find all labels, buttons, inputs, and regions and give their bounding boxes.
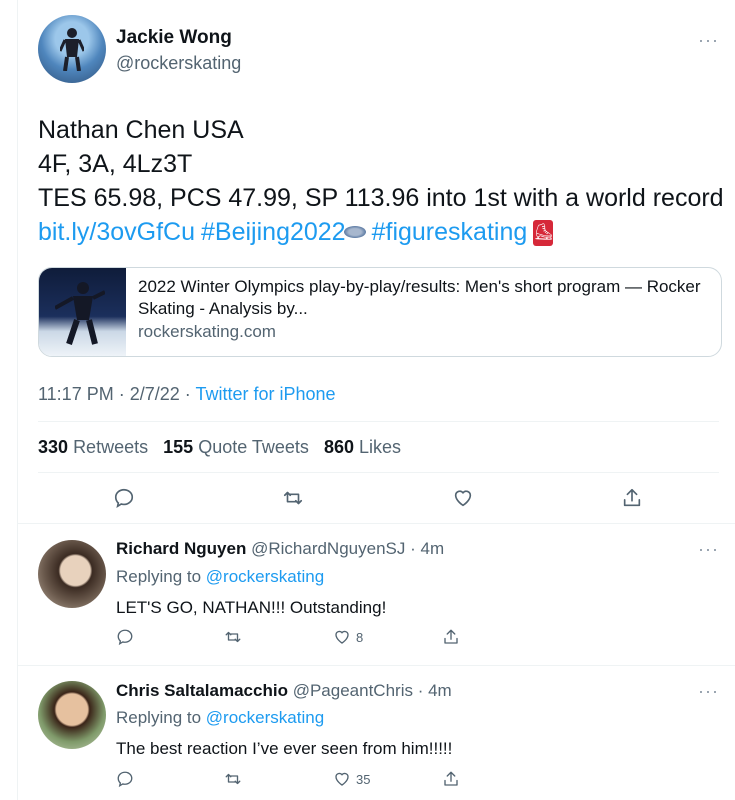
reply-age[interactable]: · 4m [410,539,444,558]
reply-author-handle[interactable]: @PageantChris [293,681,413,700]
replying-to-handle[interactable]: @rockerskating [206,567,324,586]
like-button[interactable]: 35 [333,770,370,788]
retweet-icon [225,773,241,785]
divider [38,472,719,473]
reply-header: Chris Saltalamacchio @PageantChris · 4m [116,681,452,701]
share-button[interactable] [442,628,460,646]
retweet-icon [225,631,241,643]
replying-to: Replying to @rockerskating [116,567,324,587]
card-thumbnail [39,268,126,356]
heart-icon [335,630,349,644]
tweet-stats: 330 Retweets 155 Quote Tweets 860 Likes [38,437,401,458]
more-options-icon[interactable]: ··· [698,681,719,702]
author-handle[interactable]: @rockerskating [116,53,241,74]
hashtag-beijing2022[interactable]: #Beijing2022 [201,218,346,246]
replying-to-handle[interactable]: @rockerskating [206,708,324,727]
reply-icon [117,629,133,646]
share-icon [623,488,641,507]
tweet-line-3: TES 65.98, PCS 47.99, SP 113.96 into 1st… [38,184,724,212]
like-count: 8 [356,629,364,645]
share-icon [444,629,458,644]
divider [17,665,735,666]
retweet-button[interactable] [282,487,304,509]
reply-icon [114,488,134,508]
reply-avatar[interactable] [38,540,106,608]
reply-header: Richard Nguyen @RichardNguyenSJ · 4m [116,539,444,559]
divider [38,421,719,422]
tweet-meta: 11:17 PM · 2/7/22 · Twitter for iPhone [38,384,336,404]
quote-count[interactable]: 155 [163,437,193,457]
tweet-line-2: 4F, 3A, 4Lz3T [38,150,193,178]
retweet-button[interactable] [224,770,242,788]
hashtag-figureskating[interactable]: #figureskating [372,218,528,246]
skater-figure-icon [60,28,84,71]
reply-actions: 35 [0,770,735,790]
timeline-border [17,0,18,800]
author-name[interactable]: Jackie Wong [116,27,232,49]
card-domain: rockerskating.com [138,322,276,341]
heart-icon [335,772,349,786]
tweet-line-1: Nathan Chen USA [38,116,244,144]
reply-icon [117,771,133,788]
reply-button[interactable] [116,770,134,788]
replying-to: Replying to @rockerskating [116,708,324,728]
ice-skate-emoji-icon: ⛸ [533,220,554,247]
heart-icon [454,490,472,507]
tweet-actions [0,487,735,513]
author-avatar[interactable] [38,15,106,83]
reply-text: The best reaction I’ve ever seen from hi… [116,739,453,758]
tweet-source[interactable]: Twitter for iPhone [195,384,335,404]
reply-avatar[interactable] [38,681,106,749]
planet-emoji-icon [343,226,366,239]
reply-actions: 8 [0,628,735,648]
reply-text: LET'S GO, NATHAN!!! Outstanding! [116,598,387,617]
retweet-icon [283,491,303,505]
share-button[interactable] [442,770,460,788]
divider [17,523,735,524]
link-preview-card[interactable]: 2022 Winter Olympics play-by-play/result… [38,267,722,357]
like-count[interactable]: 860 [324,437,354,457]
skater-photo-icon [55,282,105,345]
reply-author-name[interactable]: Richard Nguyen [116,539,246,558]
like-button[interactable] [452,487,474,509]
quotes-label[interactable]: Quote Tweets [198,437,309,457]
more-options-icon[interactable]: ··· [698,30,719,51]
retweet-count[interactable]: 330 [38,437,68,457]
tweet-body: Nathan Chen USA 4F, 3A, 4Lz3T TES 65.98,… [38,113,728,249]
tweet-thread: Jackie Wong @rockerskating ··· Nathan Ch… [0,0,735,800]
reply-age[interactable]: · 4m [418,681,452,700]
share-icon [444,771,458,786]
like-button[interactable]: 8 [333,628,363,646]
card-title: 2022 Winter Olympics play-by-play/result… [138,277,701,318]
replying-prefix: Replying to [116,567,202,586]
reply-author-handle[interactable]: @RichardNguyenSJ [251,539,405,558]
share-button[interactable] [621,487,643,509]
reply-button[interactable] [113,487,135,509]
tweet-link[interactable]: bit.ly/3ovGfCu [38,218,195,246]
retweet-button[interactable] [224,628,242,646]
retweets-label[interactable]: Retweets [73,437,148,457]
reply-button[interactable] [116,628,134,646]
tweet-time[interactable]: 11:17 PM · 2/7/22 [38,384,180,404]
replying-prefix: Replying to [116,708,202,727]
more-options-icon[interactable]: ··· [698,539,719,560]
reply-author-name[interactable]: Chris Saltalamacchio [116,681,288,700]
like-count: 35 [356,771,371,787]
likes-label[interactable]: Likes [359,437,401,457]
